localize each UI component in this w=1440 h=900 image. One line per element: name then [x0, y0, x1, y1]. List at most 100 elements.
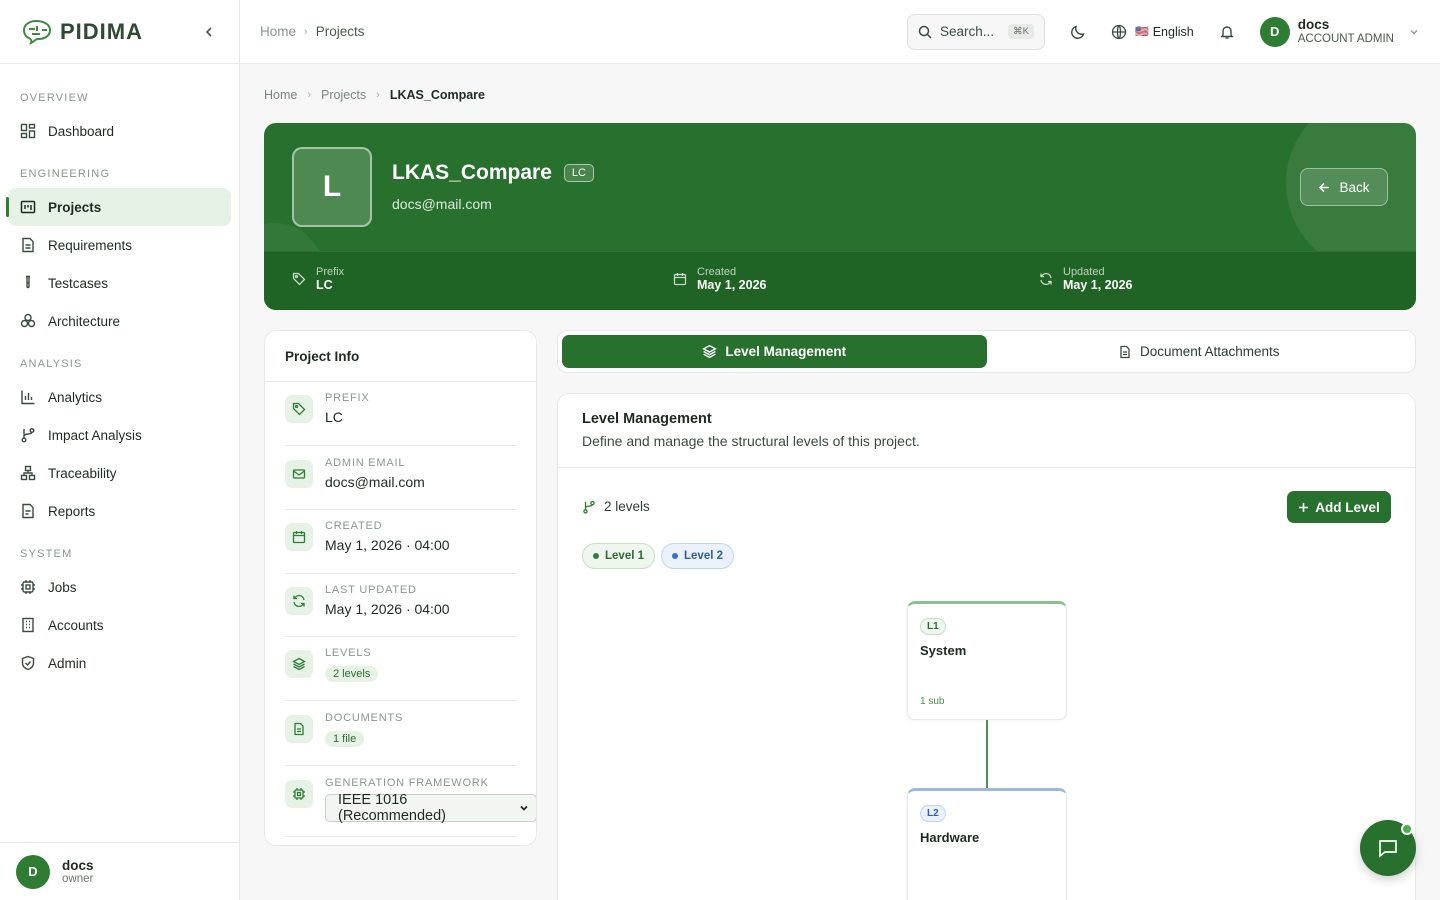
projects-icon	[20, 200, 36, 214]
level-filter-2[interactable]: Level 2	[661, 543, 734, 569]
search-input[interactable]: Search... ⌘K	[907, 13, 1046, 50]
tab-document-attachments[interactable]: Document Attachments	[987, 335, 1412, 368]
theme-toggle-button[interactable]	[1067, 21, 1089, 43]
sidebar-item-accounts[interactable]: Accounts	[8, 606, 231, 644]
reports-icon	[22, 503, 34, 519]
sidebar-item-dashboard[interactable]: Dashboard	[8, 112, 231, 150]
sidebar-item-label: Testcases	[48, 275, 109, 291]
sidebar-item-label: Dashboard	[48, 123, 115, 139]
nav-section-title: ANALYSIS	[20, 358, 83, 370]
topbar: Home › Projects Search... ⌘K 🇺🇸 English …	[240, 0, 1440, 64]
sidebar-item-label: Accounts	[48, 617, 104, 633]
sidebar-item-admin[interactable]: Admin	[8, 644, 231, 682]
meta-label: Created	[697, 266, 737, 278]
nav-section-title: SYSTEM	[20, 548, 73, 560]
dashboard-icon	[20, 123, 36, 139]
language-label: English	[1152, 24, 1194, 39]
sidebar-item-reports[interactable]: Reports	[8, 492, 231, 530]
collapse-sidebar-button[interactable]	[199, 22, 219, 42]
tab-level-management[interactable]: Level Management	[562, 335, 987, 368]
sidebar-item-jobs[interactable]: Jobs	[8, 568, 231, 606]
tab-label: Level Management	[725, 344, 847, 359]
sidebar-user[interactable]: D docs owner	[0, 842, 239, 900]
meta-value: LC	[316, 278, 333, 292]
info-levels: LEVELS 2 levels	[285, 647, 517, 701]
traceability-icon	[20, 465, 36, 481]
arrow-left-icon	[1319, 182, 1330, 192]
level-node-system[interactable]: L1 System 1 sub	[907, 601, 1067, 720]
user-menu[interactable]: D docs ACCOUNT ADMIN	[1259, 16, 1420, 47]
breadcrumb-home[interactable]: Home	[260, 24, 296, 39]
sidebar-item-analytics[interactable]: Analytics	[8, 378, 231, 416]
levels-badge: 2 levels	[325, 666, 379, 682]
document-icon	[285, 715, 313, 743]
breadcrumb-projects[interactable]: Projects	[316, 24, 365, 39]
search-shortcut: ⌘K	[1008, 24, 1035, 39]
framework-selected-value: IEEE 1016 (Recommended)	[338, 792, 446, 824]
requirements-icon	[22, 237, 34, 253]
sidebar-item-label: Requirements	[48, 237, 133, 253]
sidebar-item-requirements[interactable]: Requirements	[8, 226, 231, 264]
user-role: ACCOUNT ADMIN	[1297, 32, 1394, 45]
breadcrumb: Home › Projects	[260, 24, 364, 39]
add-level-button[interactable]: Add Level	[1287, 491, 1391, 523]
sidebar-item-testcases[interactable]: Testcases	[8, 264, 231, 302]
sidebar-item-projects[interactable]: Projects	[6, 188, 231, 226]
breadcrumb-projects[interactable]: Projects	[321, 88, 366, 102]
sidebar-item-impact-analysis[interactable]: Impact Analysis	[8, 416, 231, 454]
chat-icon	[1379, 840, 1397, 858]
logo[interactable]: PIDIMA	[20, 18, 143, 46]
jobs-icon	[21, 580, 35, 594]
user-role: owner	[62, 873, 94, 885]
meta-updated: Updated May 1, 2026	[1039, 266, 1133, 292]
impact-icon	[21, 428, 35, 443]
sidebar-item-architecture[interactable]: Architecture	[8, 302, 231, 340]
refresh-icon	[285, 587, 313, 615]
accounts-icon	[22, 617, 34, 633]
sidebar-item-label: Admin	[48, 655, 87, 671]
level-node-hardware[interactable]: L2 Hardware	[907, 788, 1067, 900]
sidebar-item-label: Jobs	[48, 579, 77, 595]
back-button[interactable]: Back	[1300, 168, 1388, 206]
level-pill-label: Level 2	[684, 550, 723, 562]
chat-button[interactable]	[1360, 820, 1416, 876]
sidebar-item-traceability[interactable]: Traceability	[8, 454, 231, 492]
analytics-icon	[21, 390, 35, 405]
notifications-button[interactable]	[1216, 21, 1238, 43]
info-admin-email: ADMIN EMAIL docs@mail.com	[285, 457, 517, 510]
meta-value: May 1, 2026	[1063, 278, 1133, 292]
level-filter-1[interactable]: Level 1	[582, 543, 655, 569]
levels-count: 2 levels	[582, 499, 650, 514]
document-icon	[1120, 345, 1130, 358]
info-created: CREATED May 1, 2026 · 04:00	[285, 520, 517, 574]
prefix-badge: LC	[563, 164, 594, 182]
framework-select[interactable]: IEEE 1016 (Recommended)	[325, 792, 536, 824]
meta-label: Prefix	[316, 266, 345, 278]
level-node-title: System	[920, 643, 967, 658]
info-value: LC	[325, 409, 343, 425]
project-email: docs@mail.com	[392, 196, 492, 212]
card-title: Level Management	[582, 411, 712, 427]
info-value: May 1, 2026 · 04:00	[325, 537, 450, 553]
chevron-down-icon	[520, 805, 528, 811]
meta-value: May 1, 2026	[697, 278, 767, 292]
project-tabs: Level Management Document Attachments	[557, 330, 1416, 373]
chip-icon	[285, 780, 313, 808]
moon-icon	[1071, 24, 1085, 39]
info-documents: DOCUMENTS 1 file	[285, 712, 517, 766]
project-title-row: LKAS_Compare LC	[392, 161, 594, 185]
levels-count-label: 2 levels	[604, 499, 650, 514]
chat-status-dot	[1401, 823, 1413, 835]
level-node-badge: L2	[920, 805, 946, 822]
sidebar-item-label: Traceability	[48, 465, 117, 481]
level-dot	[672, 553, 678, 559]
brain-logo-icon	[22, 19, 52, 45]
language-selector[interactable]: 🇺🇸 English	[1111, 24, 1194, 40]
info-label: DOCUMENTS	[325, 712, 404, 724]
info-prefix: PREFIX LC	[285, 392, 517, 446]
level-node-badge: L1	[920, 618, 946, 635]
breadcrumb-home[interactable]: Home	[264, 88, 297, 102]
sidebar-item-label: Reports	[48, 503, 96, 519]
globe-icon	[1111, 24, 1127, 39]
documents-badge: 1 file	[325, 731, 365, 747]
